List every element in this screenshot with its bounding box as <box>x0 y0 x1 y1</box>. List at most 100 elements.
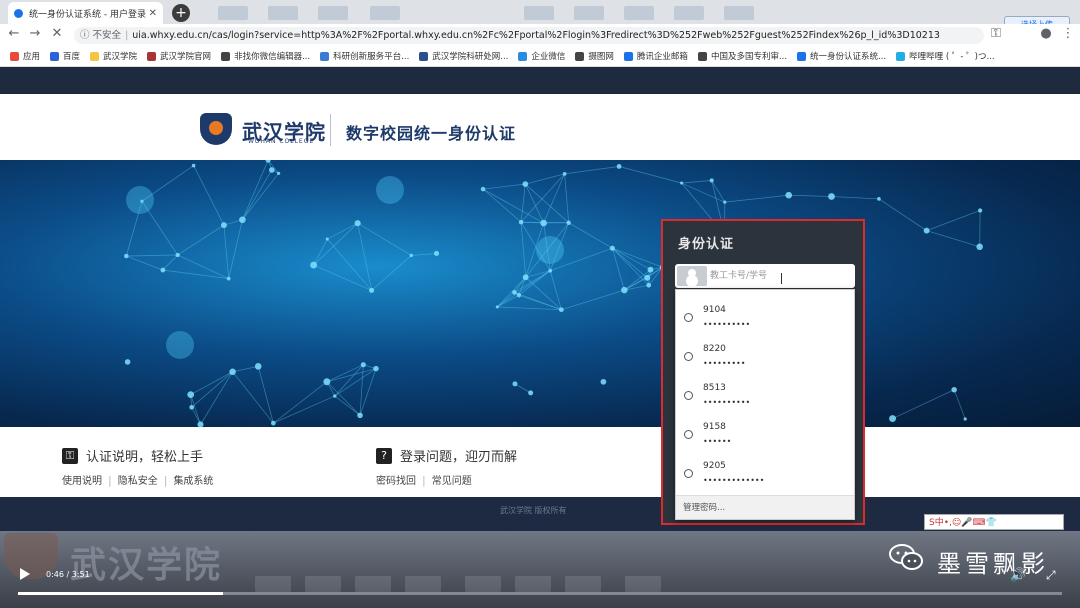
network-node <box>357 412 363 419</box>
network-node <box>785 191 793 199</box>
network-node <box>828 193 835 200</box>
globe-icon <box>684 430 693 439</box>
network-node <box>680 181 684 185</box>
network-link <box>257 366 274 424</box>
bookmark-item[interactable]: 百度 <box>50 50 80 62</box>
username-input[interactable] <box>710 266 850 286</box>
network-link <box>334 395 361 416</box>
key-icon[interactable]: ⚿ <box>988 26 1004 42</box>
bookmark-item[interactable]: 非找你微信编辑器... <box>221 50 310 62</box>
taskbar-item <box>465 576 501 592</box>
tab-title: 统一身份认证系统 - 用户登录 <box>29 9 146 20</box>
bookmark-item[interactable]: 哔哩哔哩 ( ゜- ゜)つ... <box>896 50 995 62</box>
saved-account-item[interactable]: 8220 ••••••••• <box>676 336 854 374</box>
bookmark-icon <box>90 51 100 61</box>
network-node <box>877 197 881 201</box>
network-node <box>548 268 553 273</box>
profile-icon[interactable]: ● <box>1038 26 1054 42</box>
network-node <box>239 216 246 224</box>
saved-account-item[interactable]: 9104 •••••••••• <box>676 297 854 335</box>
bookmark-label: 科研创新服务平台... <box>333 52 410 62</box>
network-link <box>273 381 328 424</box>
saved-account-item[interactable]: 9158 •••••• <box>676 414 854 452</box>
globe-icon <box>684 469 693 478</box>
network-node <box>187 391 195 399</box>
bookmark-icon <box>147 51 157 61</box>
network-link <box>561 289 625 311</box>
fullscreen-icon[interactable]: ⤢ <box>1046 568 1056 583</box>
link-password-recovery[interactable]: 密码找回 <box>376 476 416 487</box>
link-privacy[interactable]: 隐私安全 <box>118 476 158 487</box>
url-field[interactable]: ⓘ 不安全 | uia.whxy.edu.cn/cas/login?service=… <box>74 27 984 44</box>
account-id: 9205 <box>703 461 726 471</box>
bookmark-label: 百度 <box>63 52 81 62</box>
video-time: 0:46 / 3:51 <box>46 570 90 579</box>
menu-icon[interactable]: ⋮ <box>1060 26 1076 42</box>
network-node <box>270 420 276 426</box>
account-id: 9104 <box>703 305 726 315</box>
bookmark-icon <box>697 51 707 61</box>
bookmark-item[interactable]: 应用 <box>10 50 40 62</box>
bookmark-item[interactable]: 企业微信 <box>518 50 565 62</box>
network-link <box>228 219 243 279</box>
network-graphic <box>124 160 983 427</box>
network-node <box>522 274 529 281</box>
close-tab-icon[interactable]: ✕ <box>149 8 157 19</box>
saved-account-item[interactable]: 8513 •••••••••• <box>676 375 854 413</box>
network-link <box>520 173 565 223</box>
wechat-icon <box>889 544 923 570</box>
bookmark-item[interactable]: 腾讯企业邮箱 <box>623 50 688 62</box>
bookmark-item[interactable]: 武汉学院官网 <box>147 50 211 62</box>
overlay-thumbnail <box>218 6 248 20</box>
overlay-thumbnail <box>574 6 604 20</box>
network-link <box>411 253 437 256</box>
saved-account-item[interactable]: 9205 ••••••••••••• <box>676 453 854 491</box>
bookmark-icon <box>896 51 906 61</box>
overlay-thumbnail <box>318 6 348 20</box>
video-progress-bar[interactable] <box>18 592 1062 595</box>
bookmark-item[interactable]: 武汉学院科研处网... <box>419 50 508 62</box>
bookmark-item[interactable]: 统一身份认证系统... <box>797 50 886 62</box>
bookmark-item[interactable]: 武汉学院 <box>90 50 137 62</box>
network-node <box>616 164 622 169</box>
link-usage[interactable]: 使用说明 <box>62 476 102 487</box>
network-link <box>497 306 562 311</box>
network-node <box>540 219 547 227</box>
account-id: 8220 <box>703 344 726 354</box>
bookmark-item[interactable]: 科研创新服务平台... <box>320 50 409 62</box>
network-link <box>612 247 648 279</box>
taskbar-item <box>355 576 391 592</box>
taskbar-item <box>255 576 291 592</box>
network-node <box>495 305 499 309</box>
network-link <box>926 210 981 231</box>
link-faq[interactable]: 常见问题 <box>432 476 472 487</box>
network-link <box>524 183 544 224</box>
network-node <box>191 163 196 168</box>
bookmark-label: 武汉学院科研处网... <box>432 52 509 62</box>
network-link <box>357 222 412 256</box>
play-icon[interactable] <box>20 568 30 580</box>
network-node <box>373 365 379 372</box>
url-text: uia.whxy.edu.cn/cas/login?service=http%3… <box>132 30 940 41</box>
link-integrations[interactable]: 集成系统 <box>173 476 213 487</box>
network-link <box>483 183 526 190</box>
network-link <box>223 225 230 279</box>
tab-active[interactable]: 统一身份认证系统 - 用户登录 ✕ <box>8 2 163 24</box>
new-tab-button[interactable]: + <box>172 4 190 22</box>
taskbar-item <box>305 576 341 592</box>
ime-toolbar[interactable]: S中•,☺🎤⌨👕 <box>924 514 1064 530</box>
overlay-thumbnail <box>268 6 298 20</box>
volume-icon[interactable]: 🔊 <box>1010 568 1026 583</box>
back-arrow-icon[interactable]: ← <box>6 26 22 42</box>
stop-icon[interactable]: ✕ <box>49 26 65 42</box>
network-node <box>522 181 529 187</box>
bookmark-item[interactable]: 摄图网 <box>575 50 614 62</box>
network-node <box>621 286 628 294</box>
manage-passwords-link[interactable]: 管理密码... <box>676 495 854 519</box>
saved-accounts-dropdown: 9104 •••••••••• 8220 ••••••••• 8513 ••••… <box>675 289 855 520</box>
network-link <box>525 173 565 185</box>
forward-arrow-icon[interactable]: → <box>27 26 43 42</box>
bookmark-item[interactable]: 中国及多国专利审... <box>697 50 787 62</box>
overlay-thumbnail <box>524 6 554 20</box>
network-node <box>160 267 166 273</box>
